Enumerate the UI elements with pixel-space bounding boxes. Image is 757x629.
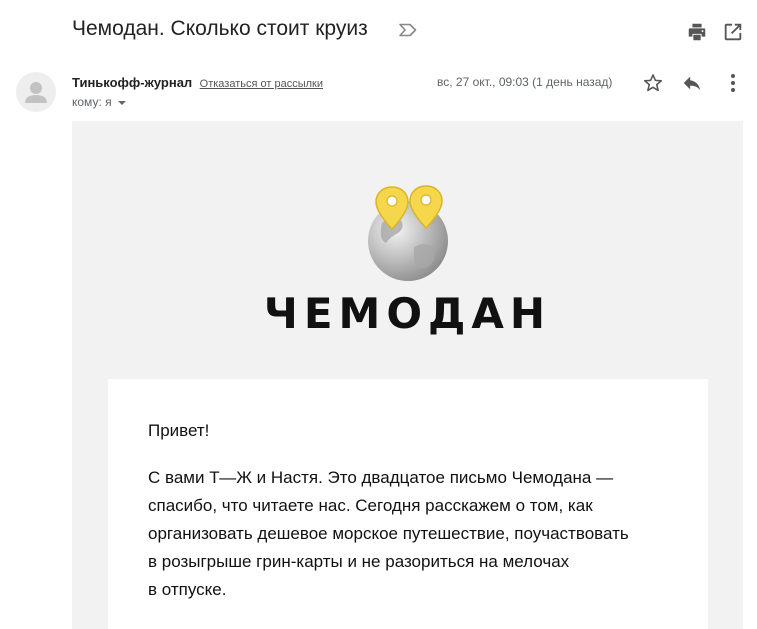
newsletter-logo-text: ЧЕМОДАН (263, 289, 552, 338)
recipient-label: кому: я (72, 95, 112, 109)
intro-paragraph: С вами Т—Ж и Настя. Это двадцатое письмо… (148, 464, 688, 604)
email-date: вс, 27 окт., 09:03 (1 день назад) (437, 75, 613, 89)
greeting-text: Привет! (148, 421, 210, 440)
sender-name[interactable]: Тинькофф-журнал (72, 75, 192, 90)
sender-line: Тинькофф-журнал Отказаться от рассылки (72, 74, 323, 92)
open-in-new-window-icon[interactable] (722, 21, 744, 43)
paragraph-line: в отпуске. (148, 580, 227, 599)
person-avatar-icon (25, 82, 47, 103)
recipient-dropdown[interactable]: кому: я (72, 95, 126, 109)
email-subject: Чемодан. Сколько стоит круиз (72, 17, 368, 40)
print-icon[interactable] (686, 21, 708, 43)
paragraph-line: организовать дешевое морское путешествие… (148, 524, 629, 543)
paragraph-line: спасибо, что читаете нас. Сегодня расска… (148, 496, 593, 515)
subject-row: Чемодан. Сколько стоит круиз (72, 14, 757, 48)
email-body: ЧЕМОДАН Привет! С вами Т—Ж и Настя. Это … (72, 121, 743, 629)
label-outline-icon[interactable] (398, 23, 418, 37)
star-outline-icon[interactable] (642, 72, 664, 94)
more-vertical-icon[interactable] (723, 72, 743, 94)
globe-pins-logo-icon (368, 185, 448, 281)
paragraph-line: С вами Т—Ж и Настя. Это двадцатое письмо… (148, 468, 614, 487)
caret-down-icon (117, 100, 126, 105)
newsletter-content-card: Привет! С вами Т—Ж и Настя. Это двадцато… (108, 379, 708, 629)
sender-avatar[interactable] (16, 72, 56, 112)
reply-icon[interactable] (681, 72, 703, 94)
unsubscribe-link[interactable]: Отказаться от рассылки (200, 78, 323, 90)
email-view: Чемодан. Сколько стоит круиз Тинькофф-жу… (0, 0, 757, 629)
paragraph-line: в розыгрыше грин-карты и не разориться н… (148, 552, 570, 571)
